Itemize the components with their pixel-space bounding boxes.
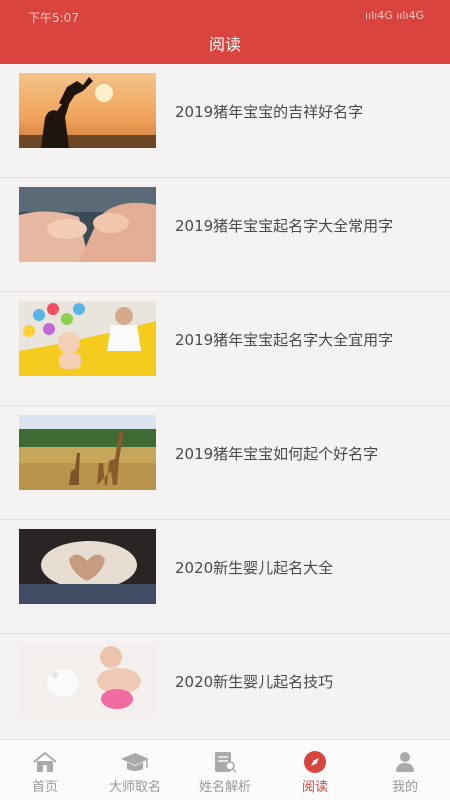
article-item[interactable]: 2020新生婴儿起名技巧 <box>0 634 450 740</box>
tab-home[interactable]: 首页 <box>0 740 90 800</box>
tab-label: 姓名解析 <box>198 780 251 795</box>
tab-master-naming[interactable]: 大师取名 <box>90 740 180 800</box>
tab-label: 大师取名 <box>108 780 161 795</box>
article-title: 2020新生婴儿起名技巧 <box>175 673 334 691</box>
bottom-tab-bar: 首页 大师取名 姓名解析 阅读 我的 <box>0 739 450 800</box>
article-item[interactable]: 2019猪年宝宝起名字大全宜用字 <box>0 292 450 406</box>
article-title: 2019猪年宝宝起名字大全常用字 <box>175 217 394 235</box>
article-thumbnail <box>19 529 156 604</box>
article-thumbnail <box>19 187 156 262</box>
article-title: 2019猪年宝宝的吉祥好名字 <box>175 103 364 121</box>
tab-label: 首页 <box>31 780 58 795</box>
article-thumbnail <box>19 301 156 376</box>
article-title: 2020新生婴儿起名大全 <box>175 559 334 577</box>
article-item[interactable]: 2019猪年宝宝如何起个好名字 <box>0 406 450 520</box>
graduation-cap-icon <box>90 750 180 774</box>
article-item[interactable]: 2019猪年宝宝起名字大全常用字 <box>0 178 450 292</box>
home-icon <box>0 750 90 774</box>
article-thumbnail <box>19 415 156 490</box>
article-thumbnail <box>19 73 156 148</box>
user-icon <box>360 750 450 774</box>
status-time: 下午5:07 <box>28 11 79 25</box>
tab-name-analysis[interactable]: 姓名解析 <box>180 740 270 800</box>
tab-label: 阅读 <box>301 780 328 795</box>
tab-reading[interactable]: 阅读 <box>270 740 360 800</box>
article-title: 2019猪年宝宝起名字大全宜用字 <box>175 331 394 349</box>
tab-mine[interactable]: 我的 <box>360 740 450 800</box>
article-title: 2019猪年宝宝如何起个好名字 <box>175 445 379 463</box>
header-bar: 阅读 <box>0 32 450 64</box>
status-bar: 下午5:07 ıılı4G ıılı4G <box>0 0 450 32</box>
article-thumbnail <box>19 643 156 718</box>
document-icon <box>180 750 270 774</box>
status-signal: ıılı4G ıılı4G <box>365 9 424 22</box>
article-list: 2019猪年宝宝的吉祥好名字 2019猪年宝宝起名字大全常用字 2019猪年宝宝… <box>0 64 450 740</box>
page-title: 阅读 <box>208 35 241 54</box>
article-item[interactable]: 2020新生婴儿起名大全 <box>0 520 450 634</box>
article-item[interactable]: 2019猪年宝宝的吉祥好名字 <box>0 64 450 178</box>
compass-icon <box>270 750 360 774</box>
tab-label: 我的 <box>391 780 418 795</box>
